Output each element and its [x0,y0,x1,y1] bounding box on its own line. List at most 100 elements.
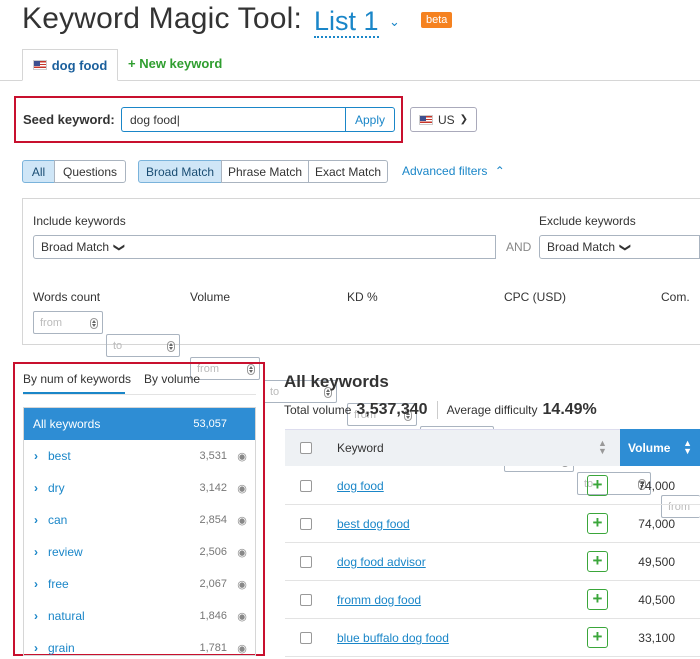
tab-by-volume[interactable]: By volume [144,372,200,386]
chevron-right-icon[interactable]: › [24,641,48,655]
chevron-up-icon: ⌃ [494,164,505,178]
seed-keyword-input[interactable] [121,107,345,132]
exclude-keywords-label: Exclude keywords [539,214,636,228]
chevron-down-icon[interactable]: ⌄ [389,14,400,30]
chevron-right-icon[interactable]: › [24,513,48,527]
add-to-list-icon[interactable]: + [587,475,608,496]
sort-icon[interactable]: ▲ ▼ [683,439,692,456]
chevron-down-icon: ❯ [619,242,632,252]
table-row: dog food advisor + 49,500 [285,543,700,581]
row-checkbox[interactable] [300,632,312,644]
group-item[interactable]: › review 2,506 ◉ [24,536,255,568]
eye-icon[interactable]: ◉ [227,450,255,463]
include-keywords-input[interactable] [130,235,496,259]
keyword-link[interactable]: best dog food [337,517,410,531]
group-item[interactable]: › dry 3,142 ◉ [24,472,255,504]
add-to-list-icon[interactable]: + [587,551,608,572]
include-match-value: Broad Match [41,240,110,254]
exclude-match-value: Broad Match [547,240,616,254]
new-keyword-tab[interactable]: + New keyword [128,56,222,71]
cpc-label: CPC (USD) [504,290,566,304]
apply-button[interactable]: Apply [345,107,395,132]
words-count-to[interactable]: to [106,334,180,357]
volume-column-header[interactable]: Volume ▲ ▼ [620,429,700,466]
group-item[interactable]: › best 3,531 ◉ [24,440,255,472]
words-count-from[interactable]: from [33,311,103,334]
country-select[interactable]: US ❯ [410,107,477,132]
volume-label: Volume [190,290,231,304]
keyword-link[interactable]: fromm dog food [337,593,421,607]
group-label: grain [48,641,75,655]
group-count: 1,846 [199,610,227,622]
total-volume-value: 3,537,340 [356,401,428,418]
include-match-dropdown[interactable]: Broad Match ❯ [33,235,131,259]
keyword-link[interactable]: dog food advisor [337,555,426,569]
exact-match-button[interactable]: Exact Match [308,160,388,183]
broad-match-button[interactable]: Broad Match [138,160,222,183]
volume-value: 33,100 [638,631,675,645]
include-keywords-label: Include keywords [33,214,126,228]
eye-icon[interactable]: ◉ [227,514,255,527]
row-checkbox[interactable] [300,480,312,492]
tab-dog-food[interactable]: dog food [22,49,118,81]
add-to-list-icon[interactable]: + [587,513,608,534]
volume-value: 49,500 [638,555,675,569]
volume-header-label: Volume [628,440,671,455]
chevron-right-icon[interactable]: › [24,545,48,559]
chevron-right-icon[interactable]: › [24,577,48,591]
select-all-checkbox[interactable] [300,442,312,454]
stepper-icon[interactable] [167,341,175,352]
table-row: blue buffalo dog food + 33,100 [285,619,700,657]
add-to-list-icon[interactable]: + [587,589,608,610]
group-label: review [48,545,83,559]
group-all-keywords[interactable]: All keywords 53,057 [24,408,255,440]
eye-icon[interactable]: ◉ [227,482,255,495]
group-label: dry [48,481,65,495]
list-selector[interactable]: List 1 [314,6,379,38]
keyword-groups-list: All keywords 53,057 › best 3,531 ◉ › dry… [23,407,256,656]
chevron-right-icon[interactable]: › [24,481,48,495]
group-item[interactable]: › free 2,067 ◉ [24,568,255,600]
placeholder-text: from [40,316,62,329]
filter-all-button[interactable]: All [22,160,55,183]
group-item[interactable]: › natural 1,846 ◉ [24,600,255,632]
sort-icon[interactable]: ▲ ▼ [598,439,607,456]
phrase-match-button[interactable]: Phrase Match [221,160,309,183]
group-count: 2,854 [199,514,227,526]
table-row: fromm dog food + 40,500 [285,581,700,619]
group-item[interactable]: › grain 1,781 ◉ [24,632,255,655]
tab-divider [23,394,256,395]
results-title: All keywords [284,372,389,391]
advanced-filters-toggle[interactable]: Advanced filters ⌃ [402,164,505,178]
keyword-link[interactable]: blue buffalo dog food [337,631,449,645]
tab-by-num-keywords[interactable]: By num of keywords [23,372,131,386]
eye-icon[interactable]: ◉ [227,642,255,655]
exclude-keywords-input[interactable] [636,235,700,259]
competition-label: Com. [661,290,690,304]
placeholder-text: to [270,385,280,398]
chevron-right-icon[interactable]: › [24,449,48,463]
kd-label: KD % [347,290,378,304]
row-checkbox[interactable] [300,594,312,606]
volume-value: 74,000 [638,479,675,493]
row-checkbox[interactable] [300,556,312,568]
total-volume-label: Total volume [284,403,352,417]
group-count: 53,057 [193,418,227,430]
chevron-right-icon[interactable]: › [24,609,48,623]
row-checkbox[interactable] [300,518,312,530]
avg-difficulty-label: Average difficulty [446,403,538,417]
exclude-match-dropdown[interactable]: Broad Match ❯ [539,235,637,259]
group-item[interactable]: › can 2,854 ◉ [24,504,255,536]
page-title: Keyword Magic Tool: [22,2,303,35]
group-label: natural [48,609,85,623]
eye-icon[interactable]: ◉ [227,578,255,591]
group-label: can [48,513,68,527]
add-to-list-icon[interactable]: + [587,627,608,648]
eye-icon[interactable]: ◉ [227,546,255,559]
keyword-link[interactable]: dog food [337,479,384,493]
filter-questions-button[interactable]: Questions [54,160,126,183]
placeholder-text: to [113,339,123,352]
eye-icon[interactable]: ◉ [227,610,255,623]
keyword-column-header[interactable]: Keyword [337,441,384,455]
stepper-icon[interactable] [90,318,98,329]
